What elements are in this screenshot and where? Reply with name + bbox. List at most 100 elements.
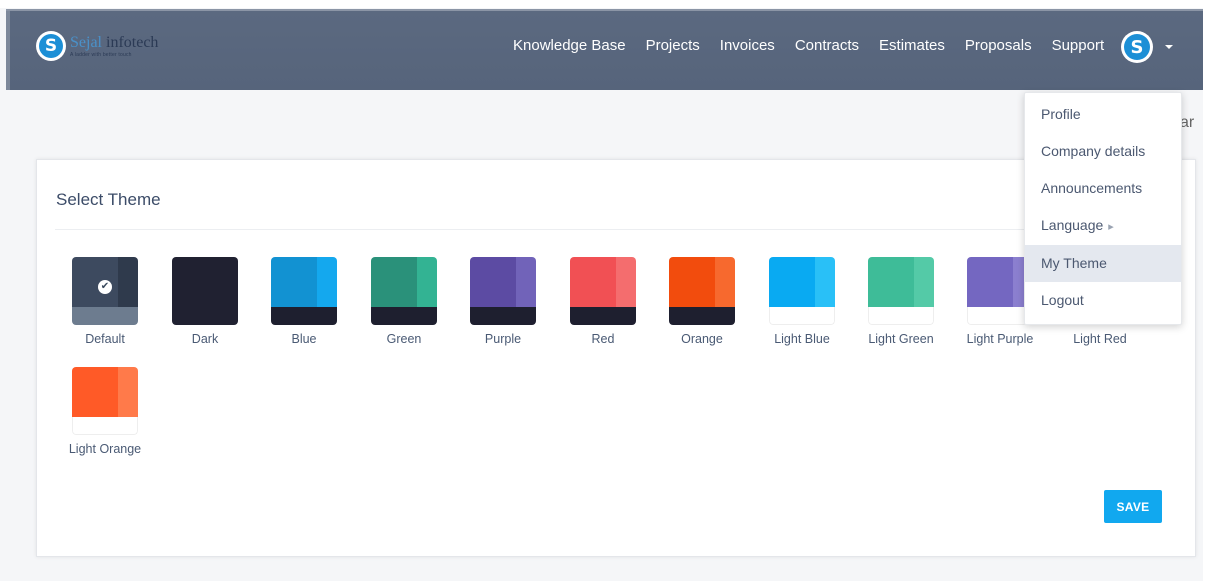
theme-swatch[interactable] [669,257,735,325]
menu-item-company-details[interactable]: Company details [1025,133,1181,170]
swatch-side-color [914,257,934,307]
theme-option-orange[interactable]: Orange [657,257,747,346]
nav-knowledge-base[interactable]: Knowledge Base [513,37,626,54]
theme-option-green[interactable]: Green [359,257,449,346]
nav-estimates[interactable]: Estimates [879,37,945,54]
menu-item-profile[interactable]: Profile [1025,96,1181,133]
checkmark-icon: ✔ [98,280,112,294]
user-dropdown-menu: Profile Company details Announcements La… [1024,92,1182,325]
chevron-right-icon: ▸ [1108,221,1114,233]
swatch-side-color [516,257,536,307]
swatch-top [669,257,735,307]
logo-tagline: A ladder with better touch [70,51,132,58]
swatch-main-color [570,257,616,307]
logo-name: Sejal infotech [70,33,158,51]
swatch-side-color [218,257,238,307]
swatch-bottom-color [172,307,238,325]
theme-swatch[interactable] [570,257,636,325]
theme-option-purple[interactable]: Purple [458,257,548,346]
swatch-main-color [172,257,218,307]
swatch-side-color [118,367,138,417]
nav-proposals[interactable]: Proposals [965,37,1032,54]
user-menu-toggle[interactable]: S [1121,31,1173,63]
theme-swatch[interactable] [72,367,138,435]
theme-swatch[interactable]: ✔ [72,257,138,325]
theme-label: Orange [681,332,723,346]
swatch-top [570,257,636,307]
swatch-bottom-color [371,307,437,325]
swatch-main-color [470,257,516,307]
menu-item-announcements[interactable]: Announcements [1025,170,1181,207]
theme-option-dark[interactable]: Dark [160,257,250,346]
theme-swatch[interactable] [371,257,437,325]
swatch-main-color [769,257,815,307]
logo-letter: S [39,34,63,58]
theme-label: Default [85,332,125,346]
swatch-side-color [815,257,835,307]
swatch-main-color [72,367,118,417]
menu-item-label: Language [1041,217,1104,233]
page-edge [1203,0,1207,581]
swatch-side-color [118,257,138,307]
theme-option-light-orange[interactable]: Light Orange [60,367,150,456]
menu-item-logout[interactable]: Logout [1025,282,1181,319]
swatch-main-color [967,257,1013,307]
theme-label: Dark [191,332,219,346]
swatch-top [868,257,934,307]
navbar-edge [6,11,10,90]
swatch-top [371,257,437,307]
swatch-top [72,367,138,417]
theme-option-light-green[interactable]: Light Green [856,257,946,346]
nav-projects[interactable]: Projects [646,37,700,54]
swatch-bottom-color [570,307,636,325]
theme-swatch[interactable] [470,257,536,325]
caret-down-icon[interactable] [1165,45,1173,49]
swatch-bottom-color [868,307,934,325]
theme-swatch[interactable] [271,257,337,325]
theme-label: Light Red [1073,332,1127,346]
theme-label: Purple [484,332,522,346]
swatch-side-color [317,257,337,307]
swatch-main-color [371,257,417,307]
swatch-main-color [868,257,914,307]
theme-swatch[interactable] [769,257,835,325]
swatch-main-color [72,257,118,307]
swatch-side-color [417,257,437,307]
menu-item-label: Logout [1041,292,1084,308]
menu-item-label: Profile [1041,106,1081,122]
swatch-bottom-color [72,417,138,435]
theme-swatch[interactable] [172,257,238,325]
swatch-bottom-color [72,307,138,325]
theme-label: Light Green [868,332,934,346]
swatch-bottom-color [769,307,835,325]
theme-card: Select Theme ✔ Default Dark Blue Green Purple… [36,159,1196,557]
menu-item-label: My Theme [1041,255,1107,271]
avatar-letter: S [1124,34,1150,60]
swatch-main-color [271,257,317,307]
theme-option-red[interactable]: Red [558,257,648,346]
swatch-side-color [616,257,636,307]
logo-icon: S [36,31,66,61]
nav-invoices[interactable]: Invoices [720,37,775,54]
swatch-top [470,257,536,307]
logo-wordmark: Sejal infotech A ladder with better touc… [70,33,158,58]
theme-label: Blue [291,332,317,346]
brand-logo[interactable]: S Sejal infotech A ladder with better to… [36,31,158,61]
theme-option-light-blue[interactable]: Light Blue [757,257,847,346]
menu-item-label: Company details [1041,143,1146,159]
swatch-main-color [669,257,715,307]
theme-swatch[interactable] [868,257,934,325]
nav-support[interactable]: Support [1052,37,1105,54]
theme-label: Light Blue [774,332,830,346]
nav-contracts[interactable]: Contracts [795,37,859,54]
save-button[interactable]: SAVE [1104,490,1162,523]
menu-item-language[interactable]: Language ▸ [1025,207,1181,244]
swatch-top [172,257,238,307]
theme-option-blue[interactable]: Blue [259,257,349,346]
logo-name-part-1: Sejal [70,33,102,51]
theme-option-default[interactable]: ✔ Default [60,257,150,346]
theme-label: Light Purple [966,332,1034,346]
menu-item-my-theme[interactable]: My Theme [1025,245,1181,282]
card-title: Select Theme [56,190,161,209]
avatar[interactable]: S [1121,31,1153,63]
